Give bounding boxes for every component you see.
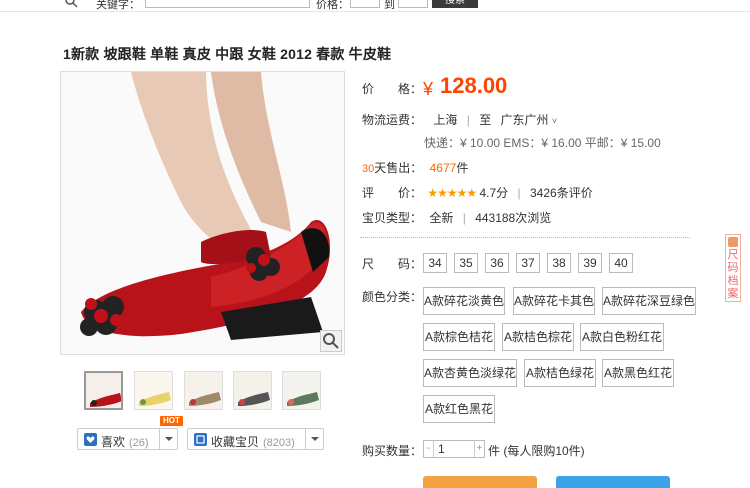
ship-to-destination[interactable]: 广东广州 (501, 113, 549, 127)
thumbnail-1[interactable] (84, 371, 123, 410)
search-icon (65, 0, 78, 8)
rating-row: 评 价： ★★★★★ 4.7分 | 3426条评价 (362, 186, 593, 200)
color-option[interactable]: A款杏黄色淡绿花 (423, 359, 517, 387)
user-icon (728, 237, 738, 247)
section-divider (360, 237, 690, 238)
favorite-dropdown-button[interactable] (305, 429, 323, 449)
size-profile-tab[interactable]: 尺码档案 (725, 234, 741, 302)
currency-symbol: ¥ (423, 79, 434, 99)
buy-now-button[interactable] (423, 476, 537, 488)
price-to-label: 到 (384, 0, 395, 11)
hot-badge: HOT (160, 416, 183, 426)
item-condition: 全新 (429, 211, 454, 225)
like-button[interactable]: 喜欢 (26) (77, 428, 178, 450)
product-title: 1新款 坡跟鞋 单鞋 真皮 中跟 女鞋 2012 春款 牛皮鞋 (63, 46, 392, 62)
quantity-label: 购买数量： (362, 444, 423, 458)
rating-label: 评 价： (362, 186, 423, 200)
like-label: 喜欢 (101, 435, 126, 449)
thumbnail-2[interactable] (134, 371, 173, 410)
sales-label: 天售出： (374, 161, 423, 175)
main-product-image[interactable] (60, 71, 345, 355)
thumbnail-3[interactable] (184, 371, 223, 410)
view-count: 443188次浏览 (475, 211, 552, 225)
search-button[interactable]: 搜索 (432, 0, 478, 8)
color-option[interactable]: A款碎花卡其色 (513, 287, 595, 315)
price-label: 价 格： (362, 82, 423, 96)
sales-count: 4677 (429, 161, 457, 175)
shoe-illustration (61, 72, 344, 354)
red-shoe-thumb (86, 373, 121, 408)
thumbnail-4[interactable] (233, 371, 272, 410)
color-option[interactable]: A款桔色棕花 (502, 323, 574, 351)
rating-stars: ★★★★★ (427, 186, 477, 200)
decrement-button[interactable]: - (424, 441, 434, 457)
ship-to-word: 至 (479, 113, 492, 127)
size-option[interactable]: 38 (547, 253, 571, 273)
color-option[interactable]: A款碎花深豆绿色 (602, 287, 696, 315)
quantity-note: 件 (每人限购10件) (488, 444, 585, 458)
favorite-count: (8203) (263, 437, 295, 449)
ship-from: 上海 (433, 113, 458, 127)
color-option[interactable]: A款红色黑花 (423, 395, 495, 423)
khaki-shoe-thumb (185, 372, 222, 409)
sales-row: 30天售出： 4677件 (362, 159, 468, 176)
sales-days: 30 (362, 163, 375, 175)
item-type-row: 宝贝类型： 全新 | 443188次浏览 (362, 211, 552, 225)
thumbnail-5[interactable] (282, 371, 321, 410)
size-option[interactable]: 40 (609, 253, 633, 273)
size-option[interactable]: 36 (485, 253, 509, 273)
keyword-label: 关键字： (96, 0, 140, 11)
favorite-button[interactable]: 收藏宝贝 (8203) (187, 428, 324, 450)
favorite-label: 收藏宝贝 (211, 435, 260, 449)
green-shoe-thumb (283, 372, 320, 409)
color-option[interactable]: A款碎花淡黄色 (423, 287, 505, 315)
size-profile-label: 尺码档案 (727, 249, 739, 300)
size-option[interactable]: 37 (516, 253, 540, 273)
shipping-rates: 快递：¥ 10.00 EMS：¥ 16.00 平邮：¥ 15.00 (424, 136, 661, 150)
review-count-link[interactable]: 3426条评价 (530, 186, 593, 200)
magnifier-icon (323, 333, 339, 349)
quantity-input[interactable]: 1 (438, 442, 445, 456)
color-label: 颜色分类： (362, 290, 423, 304)
heart-icon (84, 433, 97, 446)
price-filter-label: 价格： (316, 0, 349, 11)
add-to-cart-button[interactable] (556, 476, 670, 488)
yellow-shoe-thumb (135, 372, 172, 409)
shipping-row: 物流运费： 上海 | 至 广东广州 ˅ (362, 113, 558, 127)
size-label: 尺 码： (362, 257, 423, 271)
zoom-button[interactable] (320, 330, 342, 352)
color-option[interactable]: A款棕色桔花 (423, 323, 495, 351)
item-type-label: 宝贝类型： (362, 211, 423, 225)
dark-shoe-thumb (234, 372, 271, 409)
size-option[interactable]: 35 (454, 253, 478, 273)
color-option[interactable]: A款桔色绿花 (524, 359, 596, 387)
quantity-stepper: - 1 + (423, 440, 485, 458)
keyword-input[interactable] (145, 0, 310, 8)
size-option[interactable]: 39 (578, 253, 602, 273)
like-count: (26) (129, 437, 149, 449)
rating-score: 4.7分 (479, 186, 509, 200)
price-max-input[interactable] (398, 0, 428, 8)
color-option[interactable]: A款黑色红花 (602, 359, 674, 387)
sales-unit: 件 (456, 161, 469, 175)
bookmark-icon (194, 433, 207, 446)
top-search-bar: 关键字： 价格： 到 搜索 (0, 0, 750, 12)
shipping-label: 物流运费： (362, 113, 423, 127)
chevron-down-icon[interactable]: ˅ (552, 116, 557, 126)
color-option[interactable]: A款白色粉红花 (580, 323, 664, 351)
size-option[interactable]: 34 (423, 253, 447, 273)
like-dropdown-button[interactable] (159, 429, 177, 449)
increment-button[interactable]: + (474, 441, 484, 457)
price-value: 128.00 (440, 73, 508, 98)
price-min-input[interactable] (350, 0, 380, 8)
